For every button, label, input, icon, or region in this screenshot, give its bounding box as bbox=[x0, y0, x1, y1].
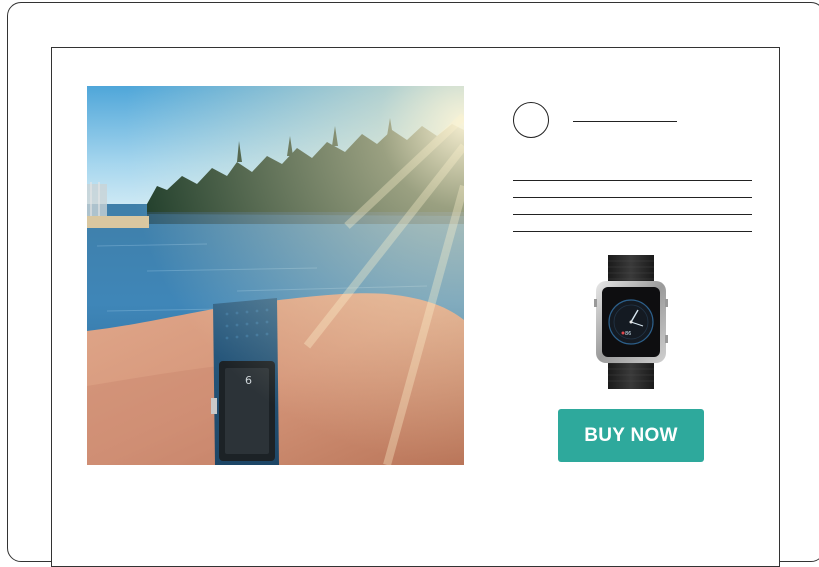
author-avatar[interactable] bbox=[513, 102, 549, 138]
caption-line-3 bbox=[513, 214, 752, 215]
author-name-placeholder[interactable] bbox=[573, 121, 677, 122]
product-image[interactable]: 86 bbox=[594, 255, 670, 389]
caption-line-4 bbox=[513, 231, 752, 232]
post-photo: 6 bbox=[87, 86, 464, 465]
caption-line-2 bbox=[513, 197, 752, 198]
svg-text:86: 86 bbox=[625, 331, 631, 337]
caption-line-1 bbox=[513, 180, 752, 181]
buy-now-button[interactable]: BUY NOW bbox=[558, 409, 704, 462]
